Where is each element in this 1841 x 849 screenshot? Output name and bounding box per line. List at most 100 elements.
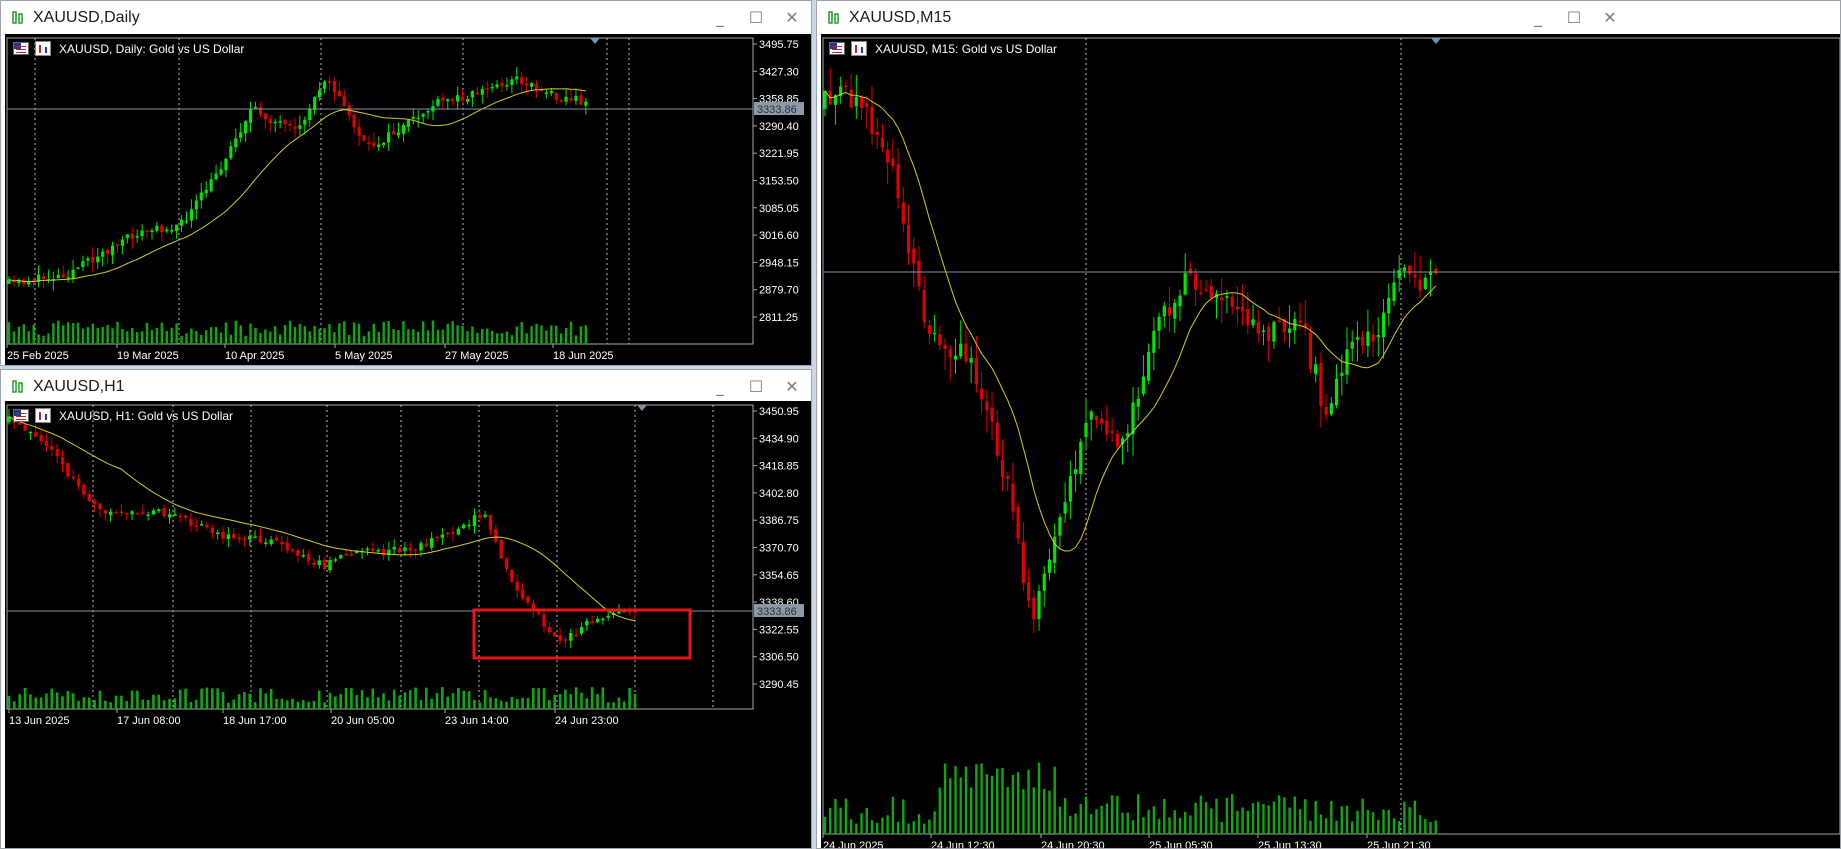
m15-chart-area[interactable]: 24 Jun 2025 24 Jun 12:30 24 Jun 20:30 25 Ju… [821, 34, 1840, 848]
volume-bar [1324, 818, 1328, 834]
candle-body [1329, 403, 1333, 415]
candle-body [189, 209, 194, 221]
candle-body [221, 532, 225, 539]
volume-bar [1293, 796, 1296, 834]
candle-body [352, 114, 356, 128]
m15-titlebar[interactable]: XAUUSD,M15 _ ☐ ✕ [817, 1, 1840, 34]
daily-chart-area[interactable]: 3495.75 3427.30 3358.85 3290.40 3221.95 3153.… [5, 34, 811, 365]
volume-bar [101, 326, 104, 344]
volume-bar [274, 326, 277, 344]
candle-body [253, 536, 257, 539]
volume-bar [323, 702, 326, 709]
volume-bar [446, 323, 449, 344]
minimize-button[interactable]: _ [707, 376, 733, 398]
volume-bar [1230, 794, 1234, 834]
us-flag-icon [829, 42, 845, 55]
volume-bar [564, 327, 568, 344]
volume-bar [323, 328, 326, 344]
candle-body [488, 515, 493, 530]
candle-body [71, 269, 75, 279]
close-button[interactable]: ✕ [779, 7, 805, 29]
volume-bar [943, 763, 947, 834]
volume-bar [275, 698, 278, 709]
volume-bar [590, 687, 594, 709]
volume-bar [288, 320, 292, 344]
h1-titlebar[interactable]: XAUUSD,H1 _ ☐ ✕ [1, 370, 811, 403]
volume-bar [1037, 762, 1041, 834]
price-label: 3495.75 [759, 39, 799, 51]
candle-body [232, 533, 236, 539]
maximize-button[interactable]: ☐ [743, 376, 769, 398]
volume-bar [200, 688, 203, 709]
candle-body [333, 559, 338, 561]
h1-chart-window[interactable]: XAUUSD,H1 _ ☐ ✕ 3450.95 3434.90 3418.85 340… [0, 369, 812, 849]
price-label: 3306.50 [759, 652, 799, 664]
candle-body [397, 547, 402, 553]
volume-bar [1304, 799, 1307, 834]
volume-bar [1022, 789, 1025, 834]
candle-body [215, 532, 220, 535]
volume-bar [39, 697, 43, 709]
volume-bar [1121, 812, 1124, 834]
volume-bar [205, 330, 208, 344]
candle-body [1298, 320, 1302, 323]
candle-body [290, 549, 295, 551]
close-button[interactable]: ✕ [1597, 7, 1623, 29]
close-button[interactable]: ✕ [779, 376, 805, 398]
volume-bar [526, 698, 530, 709]
candle-body [357, 126, 361, 137]
candle-body [1079, 441, 1083, 474]
candle-body [446, 532, 450, 535]
candle-body [424, 543, 428, 547]
minimize-button[interactable]: _ [707, 7, 733, 29]
candle-body [1350, 341, 1354, 349]
h1-chart-area[interactable]: 3450.95 3434.90 3418.85 3402.80 3386.75 3370.… [5, 401, 811, 848]
candle-body [280, 541, 284, 545]
volume-bar [382, 693, 385, 709]
volume-bar [71, 323, 75, 344]
candle-body [823, 91, 827, 109]
volume-bar [1220, 821, 1223, 834]
volume-bar [150, 330, 154, 344]
volume-bar [596, 694, 599, 709]
maximize-button[interactable]: ☐ [1561, 7, 1587, 29]
candle-body [875, 132, 879, 136]
volume-bar [285, 700, 289, 709]
candle-body [44, 440, 49, 447]
candle-body [1157, 316, 1161, 331]
candle-body [504, 558, 509, 569]
candle-body [1094, 415, 1099, 421]
candle-body [170, 230, 174, 232]
volume-bar [237, 694, 241, 709]
candle-body [859, 97, 864, 108]
volume-bar [1194, 802, 1197, 834]
candle-body [483, 514, 487, 517]
daily-titlebar[interactable]: XAUUSD,Daily _ ☐ ✕ [1, 1, 811, 34]
volume-bar [1084, 796, 1088, 834]
volume-bar [367, 331, 371, 344]
m15-chart-window[interactable]: XAUUSD,M15 _ ☐ ✕ 24 Jun 2025 24 Jun 12:30… [816, 0, 1841, 849]
volume-bar [86, 327, 90, 344]
volume-bar [308, 331, 311, 344]
volume-bar [211, 688, 214, 709]
volume-bar [190, 328, 193, 344]
candle-body [268, 118, 272, 124]
volume-bar [259, 332, 262, 344]
volume-bar [1330, 801, 1333, 834]
daily-chart-window[interactable]: XAUUSD,Daily _ ☐ ✕ 3495.75 3427.30 3358.85… [0, 0, 812, 366]
volume-bar [938, 787, 942, 834]
volume-bar [1241, 807, 1244, 834]
volume-bar [1403, 801, 1406, 834]
volume-bar [476, 332, 479, 344]
minimize-button[interactable]: _ [1525, 7, 1551, 29]
volume-bar [414, 687, 417, 709]
volume-bar [1225, 797, 1229, 834]
volume-bar [372, 323, 376, 344]
maximize-button[interactable]: ☐ [743, 7, 769, 29]
volume-bar [537, 688, 540, 709]
volume-bar [194, 699, 198, 709]
volume-bar [520, 322, 523, 344]
candle-body [372, 142, 376, 147]
volume-bar [1189, 815, 1192, 834]
date-label: 23 Jun 14:00 [445, 715, 509, 727]
